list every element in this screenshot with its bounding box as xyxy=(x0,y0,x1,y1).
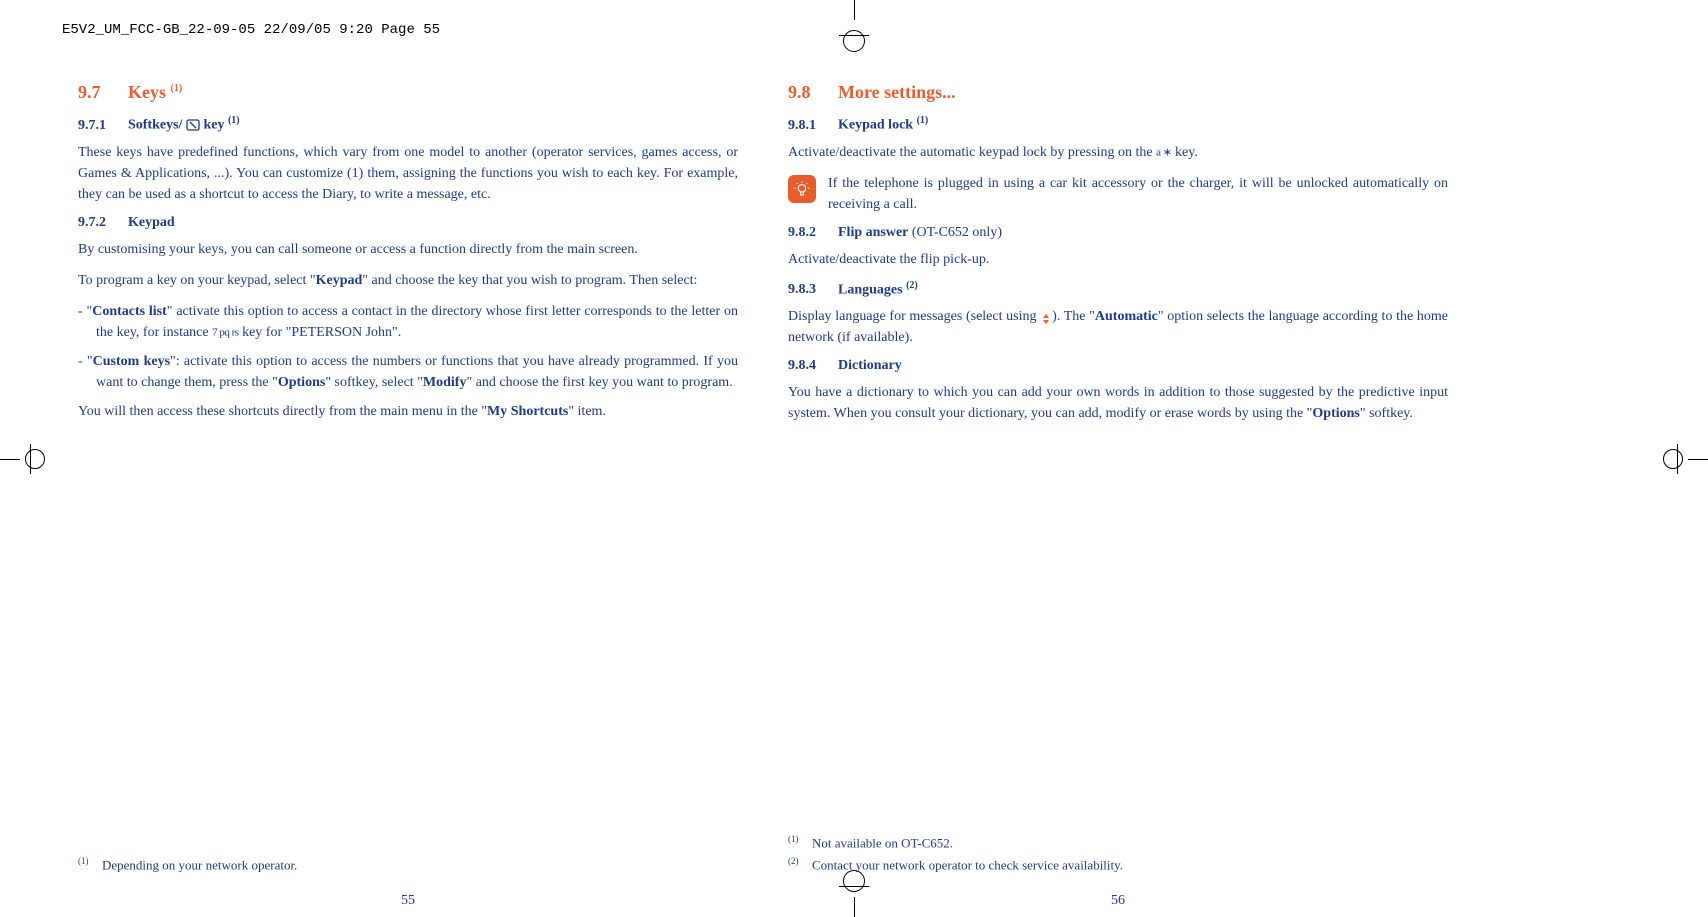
subheading-superscript: (2) xyxy=(906,280,918,291)
heading-number: 9.7 xyxy=(78,82,128,103)
heading-9-8-1: 9.8.1Keypad lock (1) xyxy=(788,115,1448,134)
subheading-note: (OT-C652 only) xyxy=(908,225,1002,240)
subheading-number: 9.8.1 xyxy=(788,118,838,134)
page-number-55: 55 xyxy=(78,893,738,909)
subheading-title: Dictionary xyxy=(838,358,902,373)
footnotes-page-56: (1)Not available on OT-C652. (2)Contact … xyxy=(788,834,1448,877)
footnote-1: (1)Not available on OT-C652. xyxy=(788,834,1448,851)
subheading-title: Keypad lock xyxy=(838,118,913,133)
page-number-56: 56 xyxy=(788,893,1448,909)
nav-up-down-icon xyxy=(1040,311,1052,323)
list-item-custom-keys: - "Custom keys": activate this option to… xyxy=(78,351,738,393)
softkey-icon xyxy=(186,119,200,131)
subheading-number: 9.7.2 xyxy=(78,215,128,231)
paragraph-9-7-1: These keys have predefined functions, wh… xyxy=(78,142,738,205)
crop-mark-bottom-line xyxy=(839,886,869,887)
paragraph-9-7-2a: By customising your keys, you can call s… xyxy=(78,239,738,260)
crop-mark-top-line xyxy=(839,35,869,36)
info-text: If the telephone is plugged in using a c… xyxy=(828,173,1448,215)
heading-9-7-1: 9.7.1Softkeys/ key (1) xyxy=(78,115,738,134)
subheading-number: 9.7.1 xyxy=(78,118,128,134)
paragraph-9-7-2b: To program a key on your keypad, select … xyxy=(78,270,738,291)
heading-9-8-3: 9.8.3Languages (2) xyxy=(788,280,1448,299)
page-56: 9.8More settings... 9.8.1Keypad lock (1)… xyxy=(788,82,1448,434)
heading-9-8-4: 9.8.4Dictionary xyxy=(788,358,1448,374)
footnote-1: (1)Depending on your network operator. xyxy=(78,856,738,873)
page-55: 9.7Keys (1) 9.7.1Softkeys/ key (1) These… xyxy=(78,82,738,432)
paragraph-9-8-2: Activate/deactivate the flip pick-up. xyxy=(788,249,1448,270)
footnote-2: (2)Contact your network operator to chec… xyxy=(788,856,1448,873)
paragraph-9-8-3: Display language for messages (select us… xyxy=(788,306,1448,348)
heading-number: 9.8 xyxy=(788,82,838,103)
paragraph-9-8-4: You have a dictionary to which you can a… xyxy=(788,382,1448,424)
heading-title: More settings... xyxy=(838,82,956,102)
subheading-number: 9.8.2 xyxy=(788,225,838,241)
subheading-title: Keypad xyxy=(128,215,175,230)
heading-9-7: 9.7Keys (1) xyxy=(78,82,738,103)
heading-title: Keys xyxy=(128,82,166,102)
heading-9-7-2: 9.7.2Keypad xyxy=(78,215,738,231)
subheading-key-suffix: key xyxy=(203,118,224,133)
paragraph-9-8-1: Activate/deactivate the automatic keypad… xyxy=(788,142,1448,163)
subheading-superscript: (1) xyxy=(228,115,240,126)
list-item-contacts: - "Contacts list" activate this option t… xyxy=(78,301,738,343)
heading-9-8: 9.8More settings... xyxy=(788,82,1448,103)
subheading-title: Languages xyxy=(838,282,903,297)
heading-9-8-2: 9.8.2Flip answer (OT-C652 only) xyxy=(788,225,1448,241)
info-callout: If the telephone is plugged in using a c… xyxy=(788,173,1448,215)
crop-mark-top xyxy=(824,0,884,40)
subheading-superscript: (1) xyxy=(917,115,929,126)
subheading-number: 9.8.4 xyxy=(788,358,838,374)
subheading-title: Softkeys/ xyxy=(128,118,182,133)
footnotes-page-55: (1)Depending on your network operator. xyxy=(78,856,738,877)
subheading-title: Flip answer xyxy=(838,225,908,240)
paragraph-9-7-2c: You will then access these shortcuts dir… xyxy=(78,401,738,422)
subheading-number: 9.8.3 xyxy=(788,282,838,298)
tip-icon xyxy=(788,175,816,203)
print-header: E5V2_UM_FCC-GB_22-09-05 22/09/05 9:20 Pa… xyxy=(62,22,440,38)
key-7-icon: 7 pq rs xyxy=(212,326,238,338)
heading-superscript: (1) xyxy=(171,83,183,94)
key-asterisk-icon: a ∗ xyxy=(1156,146,1171,158)
